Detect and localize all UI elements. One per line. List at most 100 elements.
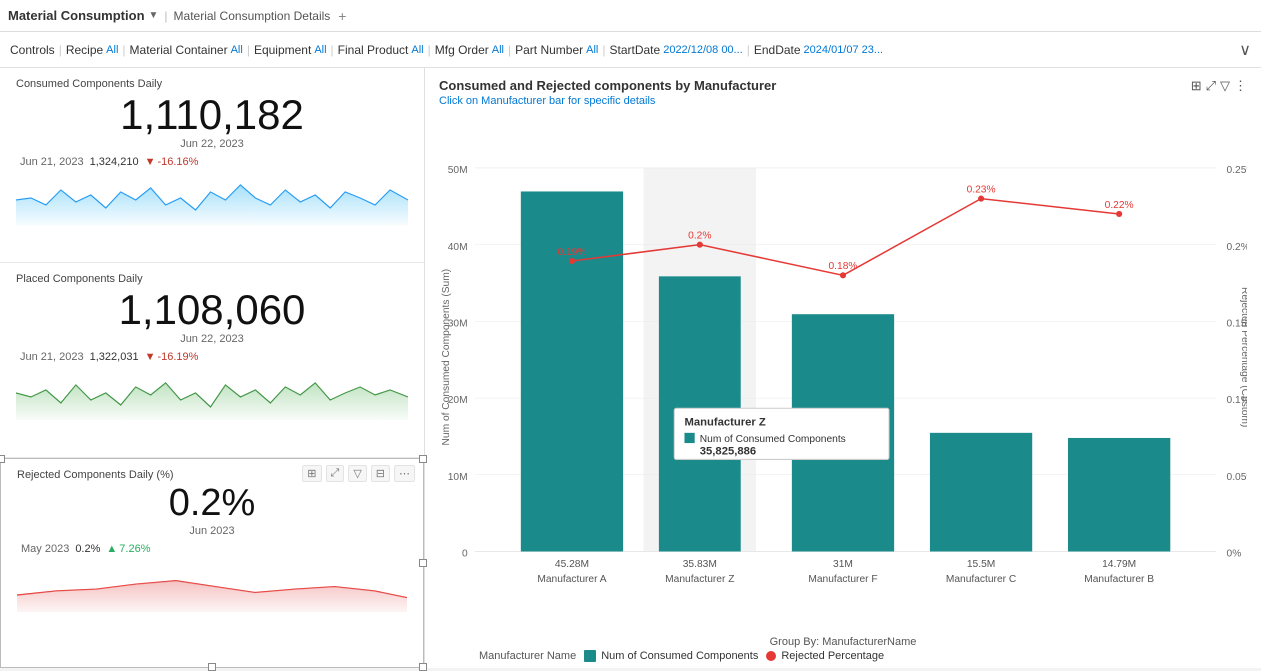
chart-filter-btn[interactable]: ▽ bbox=[1220, 78, 1230, 94]
svg-text:10M: 10M bbox=[448, 472, 468, 483]
filter-mc-value: All bbox=[231, 44, 243, 56]
svg-text:0: 0 bbox=[462, 549, 468, 560]
filter-material-container[interactable]: Material Container All bbox=[130, 43, 243, 57]
kpi2-value: 1,108,060 bbox=[16, 287, 408, 333]
chart-more-btn[interactable]: ⋮ bbox=[1234, 78, 1247, 94]
kpi3-prev-value: 0.2% bbox=[75, 543, 100, 555]
main-content: Consumed Components Daily 1,110,182 Jun … bbox=[0, 68, 1261, 668]
filter-controls-label: Controls bbox=[10, 43, 55, 57]
svg-text:Manufacturer F: Manufacturer F bbox=[808, 574, 877, 585]
chart-toolbar: ⊞ ⤢ ▽ ⋮ bbox=[1191, 78, 1247, 94]
line-label-z: 0.2% bbox=[688, 231, 711, 242]
filter-end-date[interactable]: EndDate 2024/01/07 23... bbox=[754, 43, 883, 57]
filter-equipment[interactable]: Equipment All bbox=[254, 43, 327, 57]
line-dot-z bbox=[697, 242, 703, 248]
kpi2-change-arrow: ▼ bbox=[145, 351, 156, 363]
kpi1-value: 1,110,182 bbox=[16, 92, 408, 138]
chart-legend-area: Manufacturer Name Num of Consumed Compon… bbox=[439, 650, 1247, 662]
resize-handle-mr[interactable] bbox=[419, 559, 427, 567]
kpi3-toolbar-filter[interactable]: ▽ bbox=[348, 465, 366, 482]
kpi2-date: Jun 22, 2023 bbox=[16, 333, 408, 345]
line-label-c: 0.23% bbox=[967, 184, 996, 195]
tooltip-value: 35,825,886 bbox=[700, 445, 756, 457]
resize-handle-bm[interactable] bbox=[208, 663, 216, 671]
kpi1-prev-value: 1,324,210 bbox=[90, 156, 139, 168]
resize-handle-tl[interactable] bbox=[0, 455, 5, 463]
resize-handle-tr[interactable] bbox=[419, 455, 427, 463]
filter-mfg-order[interactable]: Mfg Order All bbox=[435, 43, 504, 57]
tab-details[interactable]: Material Consumption Details bbox=[174, 9, 331, 23]
filter-fp-value: All bbox=[411, 44, 423, 56]
legend-consumed: Num of Consumed Components bbox=[584, 650, 758, 662]
chart-svg: 50M 40M 30M 20M 10M 0 0.25% 0.2% 0.15% 0… bbox=[439, 111, 1247, 634]
filter-recipe-value: All bbox=[106, 44, 118, 56]
svg-text:14.79M: 14.79M bbox=[1102, 559, 1136, 570]
svg-text:Manufacturer Z: Manufacturer Z bbox=[665, 574, 734, 585]
kpi1-change: ▼ -16.16% bbox=[145, 156, 199, 168]
svg-text:0%: 0% bbox=[1227, 549, 1242, 560]
legend-rejected-label: Rejected Percentage bbox=[781, 650, 884, 662]
chart-area: 50M 40M 30M 20M 10M 0 0.25% 0.2% 0.15% 0… bbox=[439, 111, 1247, 634]
tooltip-metric: Num of Consumed Components bbox=[700, 434, 846, 445]
kpi3-toolbar-more[interactable]: ⋯ bbox=[394, 465, 415, 482]
kpi1-prev-label: Jun 21, 2023 bbox=[20, 156, 84, 168]
chart-focus-btn[interactable]: ⊞ bbox=[1191, 78, 1202, 94]
svg-text:50M: 50M bbox=[448, 165, 468, 176]
line-dot-b bbox=[1116, 211, 1122, 217]
filter-final-product[interactable]: Final Product All bbox=[338, 43, 424, 57]
svg-text:Num of Consumed Components (Su: Num of Consumed Components (Sum) bbox=[441, 269, 452, 446]
svg-text:40M: 40M bbox=[448, 242, 468, 253]
tooltip-manufacturer: Manufacturer Z bbox=[684, 417, 765, 429]
chart-title: Consumed and Rejected components by Manu… bbox=[439, 78, 776, 93]
chart-group-label: Group By: ManufacturerName bbox=[439, 636, 1247, 648]
filter-start-date[interactable]: StartDate 2022/12/08 00... bbox=[610, 43, 743, 57]
filter-recipe[interactable]: Recipe All bbox=[66, 43, 119, 57]
kpi1-title: Consumed Components Daily bbox=[16, 78, 408, 90]
filter-eq-value: All bbox=[314, 44, 326, 56]
kpi-placed-daily: Placed Components Daily 1,108,060 Jun 22… bbox=[0, 263, 424, 458]
bar-manufacturer-b[interactable] bbox=[1068, 438, 1170, 552]
filter-sd-label: StartDate bbox=[610, 43, 661, 57]
kpi3-sparkline bbox=[17, 557, 407, 622]
filter-pn-label: Part Number bbox=[515, 43, 583, 57]
filter-controls[interactable]: Controls bbox=[10, 43, 55, 57]
filter-bar: Controls | Recipe All | Material Contain… bbox=[0, 32, 1261, 68]
kpi2-sparkline bbox=[16, 365, 408, 420]
svg-text:15.5M: 15.5M bbox=[967, 559, 995, 570]
kpi1-change-arrow: ▼ bbox=[145, 156, 156, 168]
bar-manufacturer-a[interactable] bbox=[521, 191, 623, 551]
chart-expand-btn[interactable]: ⤢ bbox=[1206, 78, 1216, 94]
svg-text:Manufacturer A: Manufacturer A bbox=[537, 574, 606, 585]
kpi2-change: ▼ -16.19% bbox=[145, 351, 199, 363]
kpi1-date: Jun 22, 2023 bbox=[16, 138, 408, 150]
kpi3-toolbar-focus[interactable]: ⊞ bbox=[302, 465, 321, 482]
legend-consumed-label: Num of Consumed Components bbox=[601, 650, 758, 662]
kpi2-prev-value: 1,322,031 bbox=[90, 351, 139, 363]
kpi3-toolbar-grid[interactable]: ⊟ bbox=[371, 465, 390, 482]
kpi3-change-arrow: ▲ bbox=[106, 543, 117, 555]
kpi3-change: ▲ 7.26% bbox=[106, 543, 150, 555]
svg-text:35.83M: 35.83M bbox=[683, 559, 717, 570]
filter-mc-label: Material Container bbox=[130, 43, 228, 57]
add-tab-button[interactable]: + bbox=[338, 8, 346, 24]
filter-part-number[interactable]: Part Number All bbox=[515, 43, 598, 57]
kpi-consumed-daily: Consumed Components Daily 1,110,182 Jun … bbox=[0, 68, 424, 263]
manufacturer-name-label: Manufacturer Name bbox=[479, 650, 576, 662]
tooltip-swatch bbox=[684, 433, 694, 443]
chart-title-bold: Manufacturer bbox=[694, 78, 776, 93]
kpi3-toolbar-expand[interactable]: ⤢ bbox=[326, 465, 345, 482]
kpi3-sparkline-svg bbox=[17, 557, 407, 612]
resize-handle-br[interactable] bbox=[419, 663, 427, 671]
svg-text:0.05%: 0.05% bbox=[1227, 472, 1247, 483]
legend-rejected-dot bbox=[766, 651, 776, 661]
svg-text:45.28M: 45.28M bbox=[555, 559, 589, 570]
filter-collapse-button[interactable]: ∨ bbox=[1239, 40, 1251, 60]
bar-manufacturer-c[interactable] bbox=[930, 433, 1032, 552]
kpi3-prev-label: May 2023 bbox=[21, 543, 69, 555]
title-dropdown-icon[interactable]: ▼ bbox=[149, 10, 159, 21]
kpi3-date: Jun 2023 bbox=[17, 525, 407, 537]
kpi2-prev-label: Jun 21, 2023 bbox=[20, 351, 84, 363]
svg-text:Manufacturer C: Manufacturer C bbox=[946, 574, 1016, 585]
filter-recipe-label: Recipe bbox=[66, 43, 103, 57]
filter-mo-value: All bbox=[492, 44, 504, 56]
